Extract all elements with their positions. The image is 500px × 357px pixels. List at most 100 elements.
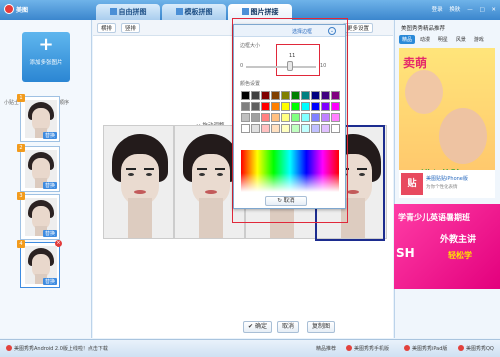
popup-header: 选择边框 ⌄: [234, 25, 345, 37]
color-swatch[interactable]: [311, 124, 320, 133]
collage-icon: [109, 8, 117, 15]
add-images-button[interactable]: + 添加多张图片: [22, 32, 70, 82]
status-link[interactable]: 美图秀秀QQ: [458, 345, 494, 352]
color-swatch[interactable]: [311, 113, 320, 122]
thumbnail-3[interactable]: 3 替换: [17, 192, 60, 240]
color-swatch[interactable]: [251, 113, 260, 122]
color-swatch[interactable]: [291, 113, 300, 122]
replace-button[interactable]: 替换: [42, 132, 57, 139]
color-settings-label: 颜色设置: [240, 81, 261, 87]
minimize-button[interactable]: —: [467, 7, 473, 13]
replace-button[interactable]: 替换: [42, 182, 57, 189]
color-swatch[interactable]: [261, 91, 270, 100]
color-swatch[interactable]: [301, 113, 310, 122]
status-message[interactable]: 美图秀秀Android 2.0版上线啦！点击下载: [6, 345, 108, 352]
color-swatch[interactable]: [321, 124, 330, 133]
color-swatch[interactable]: [321, 113, 330, 122]
color-swatch[interactable]: [241, 124, 250, 133]
color-swatch[interactable]: [271, 113, 280, 122]
tab-free-collage[interactable]: 自由拼图: [96, 4, 160, 20]
meitu-icon: [346, 345, 352, 351]
recommend-title: 美图秀秀精品推荐: [401, 26, 446, 32]
cancel-button[interactable]: 取消: [277, 321, 300, 333]
color-swatch[interactable]: [261, 113, 270, 122]
color-swatch[interactable]: [311, 102, 320, 111]
color-swatch[interactable]: [331, 113, 340, 122]
reset-button[interactable]: 复制图: [307, 321, 336, 333]
color-swatch[interactable]: [321, 102, 330, 111]
color-swatch[interactable]: [251, 91, 260, 100]
recommend-tab[interactable]: 游戏: [471, 35, 487, 44]
recommend-tab[interactable]: 精品: [399, 35, 416, 44]
color-swatch[interactable]: [281, 124, 290, 133]
cancel-label: 取消: [283, 198, 295, 204]
color-swatch[interactable]: [261, 102, 270, 111]
horizontal-layout-button[interactable]: 横排: [97, 23, 117, 33]
ad-text: 卖萌: [403, 56, 428, 70]
maximize-button[interactable]: □: [479, 7, 484, 13]
color-swatch[interactable]: [271, 91, 280, 100]
color-spectrum[interactable]: [241, 150, 339, 192]
color-swatch[interactable]: [271, 102, 280, 111]
close-button[interactable]: ✕: [491, 7, 496, 13]
color-swatch[interactable]: [281, 91, 290, 100]
ad-line: 外教主讲: [440, 235, 477, 245]
color-swatch[interactable]: [251, 124, 260, 133]
thumb-number: 3: [17, 192, 25, 200]
app-logo-icon: [4, 4, 14, 14]
meitu-icon: [458, 345, 464, 351]
color-swatch[interactable]: [321, 91, 330, 100]
color-swatch[interactable]: [291, 91, 300, 100]
color-swatch[interactable]: [271, 124, 280, 133]
replace-button[interactable]: 替换: [42, 278, 57, 285]
stitched-photo-1[interactable]: [103, 125, 174, 239]
tab-template-collage[interactable]: 模板拼图: [162, 4, 226, 20]
status-link-text: 美图秀秀手机版: [354, 346, 390, 352]
login-link[interactable]: 登录: [432, 7, 443, 13]
color-swatch[interactable]: [311, 91, 320, 100]
status-link[interactable]: 精品推荐: [316, 345, 336, 352]
recommend-tab[interactable]: 风景: [453, 35, 469, 44]
color-swatch[interactable]: [291, 102, 300, 111]
color-swatch[interactable]: [301, 91, 310, 100]
recommend-tab[interactable]: 动漫: [417, 35, 433, 44]
color-swatch[interactable]: [251, 102, 260, 111]
ad-banner[interactable]: 卖萌 进入体验: [399, 48, 495, 186]
status-text: 美图秀秀Android 2.0版上线啦！点击下载: [14, 346, 108, 352]
color-swatch[interactable]: [281, 113, 290, 122]
color-swatch[interactable]: [331, 91, 340, 100]
recommend-tab[interactable]: 明星: [435, 35, 451, 44]
thumbnail-2[interactable]: 2 替换: [17, 144, 60, 192]
english-class-ad[interactable]: 学青少儿英语暑期班 外教主讲 轻松学 SH: [394, 204, 500, 289]
border-popup: 选择边框 ⌄ 边框大小 11 0 10 颜色设置 ↻ 取消: [233, 24, 346, 209]
border-size-label: 边框大小: [240, 43, 261, 49]
popup-title: 选择边框: [292, 29, 313, 35]
status-link[interactable]: 美图秀秀iPad版: [404, 345, 447, 352]
vertical-layout-button[interactable]: 竖排: [121, 23, 141, 33]
color-swatch[interactable]: [301, 102, 310, 111]
status-link[interactable]: 美图秀秀手机版: [346, 345, 389, 352]
thumbnail-4[interactable]: 4 × 替换: [17, 240, 62, 288]
thumbnail-1[interactable]: 1 替换: [17, 94, 60, 142]
replace-button[interactable]: 替换: [42, 230, 57, 237]
color-swatch[interactable]: [241, 91, 250, 100]
promo-item[interactable]: 贴 美图贴贴iPhone版 为你个性化表情: [399, 170, 495, 198]
border-size-slider[interactable]: [246, 66, 316, 68]
color-swatch[interactable]: [301, 124, 310, 133]
status-bar: 美图秀秀Android 2.0版上线啦！点击下载 精品推荐 美图秀秀手机版 美图…: [0, 339, 500, 357]
color-swatch[interactable]: [291, 124, 300, 133]
color-swatch[interactable]: [331, 102, 340, 111]
chevron-down-icon[interactable]: ⌄: [328, 27, 336, 35]
popup-cancel-button[interactable]: ↻ 取消: [265, 196, 307, 206]
color-swatch[interactable]: [331, 124, 340, 133]
color-swatch[interactable]: [241, 113, 250, 122]
ad-line: 学青少儿英语暑期班: [398, 213, 470, 222]
confirm-button[interactable]: ✔ 确定: [243, 321, 272, 333]
color-swatch[interactable]: [261, 124, 270, 133]
slider-handle[interactable]: [287, 61, 293, 71]
promo-title: 美图贴贴iPhone版: [426, 176, 468, 182]
thumb-number: 4: [17, 240, 25, 248]
color-swatch[interactable]: [241, 102, 250, 111]
skin-link[interactable]: 换肤: [449, 7, 460, 13]
color-swatch[interactable]: [281, 102, 290, 111]
